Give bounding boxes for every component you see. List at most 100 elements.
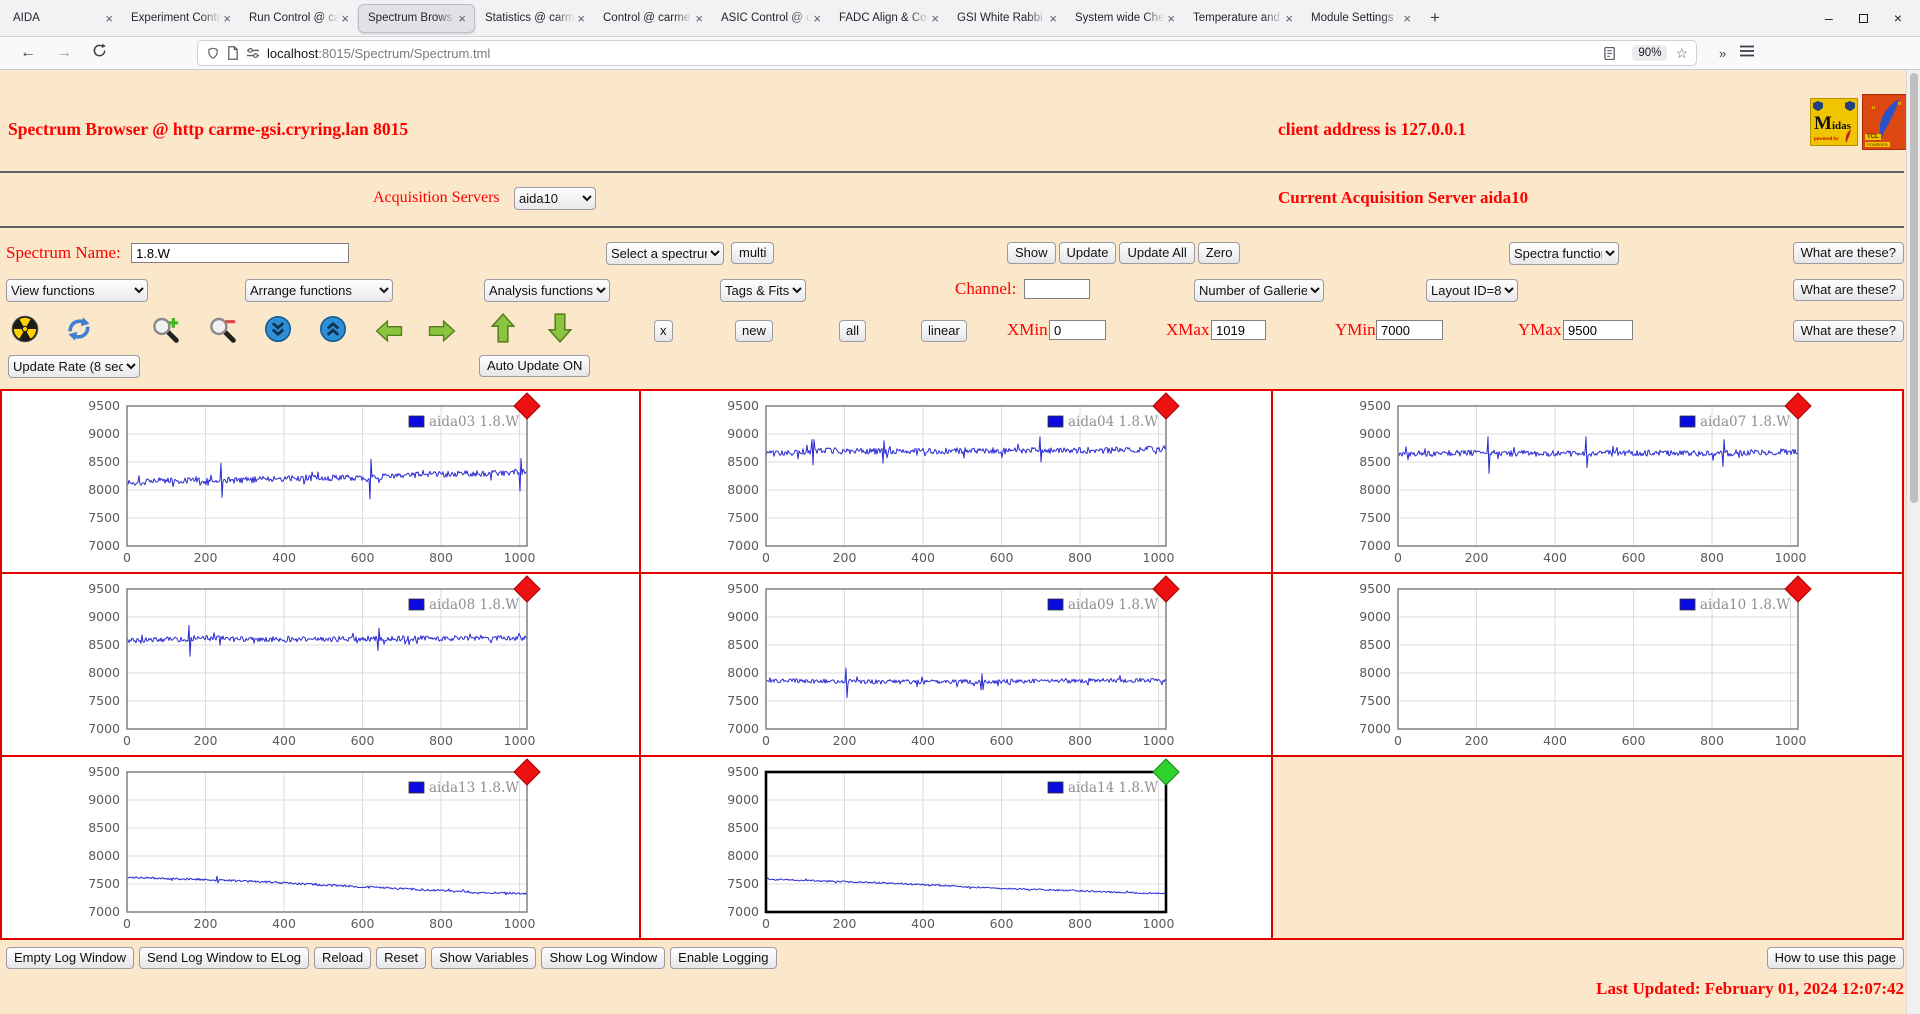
- spectrum-chart-aida09[interactable]: 0200400600800100070007500800085009000950…: [641, 574, 1270, 755]
- gallery-cell-6[interactable]: 0200400600800100070007500800085009000950…: [1, 756, 640, 939]
- browser-tab-2[interactable]: Run Control @ ca×: [240, 4, 357, 33]
- spectrum-name-input[interactable]: [131, 243, 349, 263]
- overflow-chevron-icon[interactable]: »: [1711, 46, 1734, 61]
- footer-button-reload[interactable]: Reload: [314, 947, 371, 969]
- spectrum-chart-aida14[interactable]: 0200400600800100070007500800085009000950…: [641, 757, 1270, 938]
- chevron-up-circle-icon[interactable]: [318, 314, 348, 344]
- tab-close-icon[interactable]: ×: [1165, 11, 1177, 26]
- spectrum-chart-aida08[interactable]: 0200400600800100070007500800085009000950…: [2, 574, 631, 755]
- auto-update-button[interactable]: Auto Update ON: [479, 355, 590, 377]
- tab-close-icon[interactable]: ×: [575, 11, 587, 26]
- linear-button[interactable]: linear: [921, 320, 967, 342]
- maximize-icon[interactable]: [1859, 14, 1868, 23]
- arrow-left-icon[interactable]: [374, 316, 404, 346]
- gallery-cell-0[interactable]: 0200400600800100070007500800085009000950…: [1, 390, 640, 573]
- tab-close-icon[interactable]: ×: [929, 11, 941, 26]
- midas-logo[interactable]: MMidasidas powered by: [1810, 98, 1858, 146]
- refresh-icon[interactable]: [64, 314, 94, 344]
- tab-close-icon[interactable]: ×: [811, 11, 823, 26]
- footer-button-send-log-window-to-elog[interactable]: Send Log Window to ELog: [139, 947, 309, 969]
- browser-tab-6[interactable]: ASIC Control @ c×: [712, 4, 829, 33]
- tab-close-icon[interactable]: ×: [1047, 11, 1059, 26]
- radiation-icon[interactable]: [10, 314, 40, 344]
- footer-button-enable-logging[interactable]: Enable Logging: [670, 947, 776, 969]
- what-are-these-button[interactable]: What are these?: [1793, 242, 1904, 264]
- analysis-functions-select[interactable]: Analysis functions: [484, 279, 610, 302]
- reload-icon[interactable]: [82, 43, 117, 63]
- browser-tab-10[interactable]: Temperature and×: [1184, 4, 1301, 33]
- tab-close-icon[interactable]: ×: [339, 11, 351, 26]
- minimize-icon[interactable]: –: [1825, 10, 1833, 26]
- footer-button-reset[interactable]: Reset: [376, 947, 426, 969]
- browser-tab-9[interactable]: System wide Che×: [1066, 4, 1183, 33]
- browser-tab-7[interactable]: FADC Align & Co×: [830, 4, 947, 33]
- url-text[interactable]: localhost:8015/Spectrum/Spectrum.tml: [267, 46, 1604, 61]
- footer-button-show-log-window[interactable]: Show Log Window: [541, 947, 665, 969]
- spectrum-chart-aida10[interactable]: 0200400600800100070007500800085009000950…: [1273, 574, 1902, 755]
- x-button[interactable]: x: [654, 320, 673, 342]
- browser-tab-11[interactable]: Module Settings×: [1302, 4, 1419, 33]
- ymax-input[interactable]: [1563, 320, 1633, 340]
- gallery-cell-1[interactable]: 0200400600800100070007500800085009000950…: [640, 390, 1272, 573]
- browser-tab-8[interactable]: GSI White Rabbi×: [948, 4, 1065, 33]
- spectrum-chart-aida04[interactable]: 0200400600800100070007500800085009000950…: [641, 391, 1270, 572]
- gallery-cell-2[interactable]: 0200400600800100070007500800085009000950…: [1272, 390, 1903, 573]
- arrow-up-icon[interactable]: [488, 313, 518, 343]
- what-are-these-button[interactable]: What are these?: [1793, 320, 1904, 342]
- spectra-functions-select[interactable]: Spectra functions: [1509, 242, 1619, 265]
- tab-close-icon[interactable]: ×: [1401, 11, 1413, 26]
- view-functions-select[interactable]: View functions: [6, 279, 148, 302]
- tab-close-icon[interactable]: ×: [1283, 11, 1295, 26]
- gallery-cell-5[interactable]: 0200400600800100070007500800085009000950…: [1272, 573, 1903, 756]
- tab-close-icon[interactable]: ×: [221, 11, 233, 26]
- layout-id-select[interactable]: Layout ID=8: [1426, 279, 1518, 302]
- gallery-cell-3[interactable]: 0200400600800100070007500800085009000950…: [1, 573, 640, 756]
- what-are-these-button[interactable]: What are these?: [1793, 279, 1904, 301]
- update-button[interactable]: Update: [1059, 242, 1117, 264]
- app-menu-icon[interactable]: [1734, 44, 1760, 62]
- channel-input[interactable]: [1024, 279, 1090, 299]
- select-a-spectrum[interactable]: Select a spectrum: [606, 242, 724, 265]
- footer-button-show-variables[interactable]: Show Variables: [431, 947, 536, 969]
- tab-close-icon[interactable]: ×: [456, 11, 468, 26]
- tab-close-icon[interactable]: ×: [103, 11, 115, 26]
- page-scrollbar[interactable]: [1906, 70, 1920, 1014]
- page-info-icon[interactable]: [227, 46, 239, 60]
- update-all-button[interactable]: Update All: [1119, 242, 1194, 264]
- reader-mode-icon[interactable]: [1604, 47, 1617, 60]
- ymin-input[interactable]: [1376, 320, 1443, 340]
- browser-tab-1[interactable]: Experiment Contr×: [122, 4, 239, 33]
- spectrum-chart-aida13[interactable]: 0200400600800100070007500800085009000950…: [2, 757, 631, 938]
- forward-icon[interactable]: →: [46, 44, 82, 62]
- zoom-in-icon[interactable]: [150, 314, 180, 344]
- arrow-down-icon[interactable]: [545, 313, 575, 343]
- zero-button[interactable]: Zero: [1198, 242, 1241, 264]
- close-icon[interactable]: ×: [1894, 10, 1902, 26]
- update-rate-select[interactable]: Update Rate (8 secs): [8, 355, 140, 378]
- browser-tab-4[interactable]: Statistics @ carm×: [476, 4, 593, 33]
- spectrum-chart-aida03[interactable]: 0200400600800100070007500800085009000950…: [2, 391, 631, 572]
- xmax-input[interactable]: [1211, 320, 1266, 340]
- new-button[interactable]: new: [735, 320, 773, 342]
- permissions-icon[interactable]: [246, 47, 260, 59]
- all-button[interactable]: all: [839, 320, 866, 342]
- multi-button[interactable]: multi: [731, 242, 774, 264]
- tab-close-icon[interactable]: ×: [693, 11, 705, 26]
- zoom-out-icon[interactable]: [207, 314, 237, 344]
- arrow-right-icon[interactable]: [427, 316, 457, 346]
- footer-button-empty-log-window[interactable]: Empty Log Window: [6, 947, 134, 969]
- browser-tab-0[interactable]: AIDA×: [4, 4, 121, 33]
- arrange-functions-select[interactable]: Arrange functions: [245, 279, 393, 302]
- acquisition-server-select[interactable]: aida10: [514, 187, 596, 210]
- browser-tab-5[interactable]: Control @ carme×: [594, 4, 711, 33]
- how-to-use-button[interactable]: How to use this page: [1767, 947, 1904, 969]
- zoom-level-badge[interactable]: 90%: [1632, 45, 1667, 61]
- new-tab-button[interactable]: +: [1420, 8, 1450, 28]
- bookmark-star-icon[interactable]: ☆: [1675, 45, 1688, 62]
- browser-tab-3[interactable]: Spectrum Brows×: [358, 4, 475, 33]
- back-icon[interactable]: ←: [10, 44, 46, 62]
- gallery-cell-7[interactable]: 0200400600800100070007500800085009000950…: [640, 756, 1272, 939]
- spectrum-chart-aida07[interactable]: 0200400600800100070007500800085009000950…: [1273, 391, 1902, 572]
- url-bar[interactable]: localhost:8015/Spectrum/Spectrum.tml 90%…: [197, 40, 1697, 66]
- tags-fits-select[interactable]: Tags & Fits: [720, 279, 806, 302]
